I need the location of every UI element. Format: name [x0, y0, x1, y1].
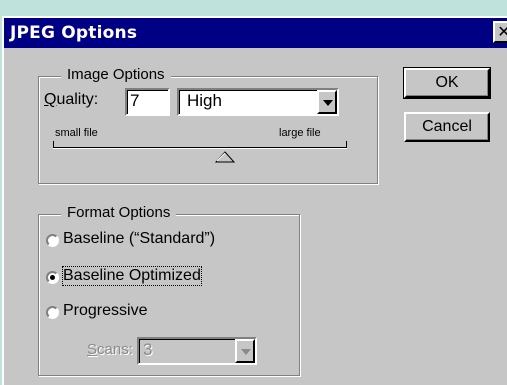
radio-label: Progressive	[63, 302, 148, 319]
radio-dot	[50, 275, 55, 280]
scans-value: 3	[143, 340, 153, 359]
chevron-down-icon	[323, 100, 333, 106]
radio-label: Baseline (“Standard”)	[63, 230, 216, 247]
slider-tick-right	[346, 141, 347, 148]
radio-progressive[interactable]: Progressive	[43, 301, 293, 325]
quality-level-value: High	[187, 91, 222, 110]
radio-button[interactable]	[46, 234, 59, 247]
slider-track	[53, 147, 347, 149]
quality-level-select[interactable]: High	[177, 88, 339, 116]
quality-level-dropdown-button[interactable]	[317, 90, 337, 114]
radio-baseline-standard[interactable]: Baseline (“Standard”)	[43, 229, 293, 253]
close-icon[interactable]: ✕	[493, 21, 507, 43]
dialog-title: JPEG Options	[10, 23, 138, 43]
format-options-legend: Format Options	[61, 204, 177, 221]
slider-tick-left	[53, 141, 54, 148]
quality-label: Quality:	[44, 91, 99, 108]
quality-slider[interactable]	[53, 141, 347, 163]
radio-button[interactable]	[46, 271, 59, 284]
quality-input[interactable]: 7	[125, 88, 170, 116]
radio-baseline-optimized[interactable]: Baseline Optimized	[43, 266, 293, 290]
title-bar[interactable]: JPEG Options ✕	[4, 18, 507, 48]
cancel-button[interactable]: Cancel	[404, 112, 490, 142]
chevron-down-icon	[241, 349, 251, 355]
slider-min-label: small file	[55, 127, 98, 139]
radio-button[interactable]	[46, 306, 59, 319]
scans-label: Scans:	[87, 341, 133, 358]
quality-value: 7	[130, 91, 140, 110]
image-options-group: Image Options Quality: 7 High small file…	[38, 66, 378, 184]
ok-button[interactable]: OK	[403, 67, 491, 99]
radio-label: Baseline Optimized	[62, 266, 202, 286]
format-options-group: Format Options Baseline (“Standard”) Bas…	[38, 204, 300, 376]
slider-max-label: large file	[279, 127, 321, 139]
scans-select[interactable]: 3	[137, 337, 257, 365]
quality-label-rest: uality:	[56, 91, 99, 108]
scans-dropdown-button[interactable]	[235, 339, 255, 363]
slider-thumb[interactable]	[214, 150, 235, 163]
jpeg-options-dialog: JPEG Options ✕ Image Options Quality: 7 …	[2, 16, 507, 385]
image-options-legend: Image Options	[61, 66, 171, 83]
